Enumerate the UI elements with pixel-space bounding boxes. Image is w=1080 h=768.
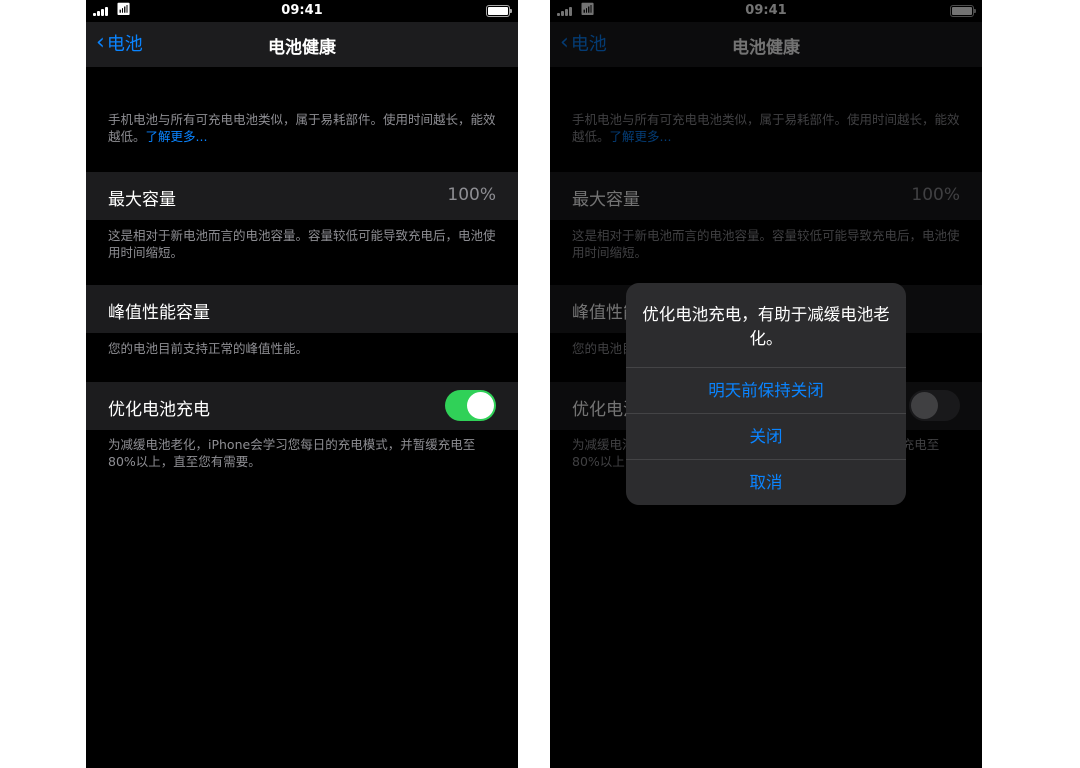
phone-screen-right: 📶︎ 09:41 ‹ 电池 电池健康 手机电池与所有可充电电池类似，属于易耗部件… [550, 0, 982, 768]
optimized-charging-footnote: 为减缓电池老化，iPhone会学习您每日的充电模式，并暂缓充电至80%以上，直至… [108, 437, 476, 469]
max-capacity-footnote: 这是相对于新电池而言的电池容量。容量较低可能导致充电后，电池使用时间缩短。 [108, 228, 496, 260]
navigation-bar: ‹ 电池 电池健康 [86, 22, 518, 67]
page-title: 电池健康 [268, 38, 336, 58]
turn-off-button[interactable]: 关闭 [626, 413, 906, 460]
optimized-charging-toggle[interactable] [445, 390, 496, 421]
learn-more-link[interactable]: 了解更多... [146, 129, 208, 144]
peak-performance-footnote: 您的电池目前支持正常的峰值性能。 [108, 341, 309, 356]
optimized-charging-row: 优化电池充电 [86, 382, 518, 430]
max-capacity-value: 100% [447, 185, 496, 205]
battery-icon [486, 5, 512, 17]
optimized-charging-alert: 优化电池充电，有助于减缓电池老化。 明天前保持关闭 关闭 取消 [626, 283, 906, 505]
status-time: 09:41 [281, 3, 323, 18]
intro-text: 手机电池与所有可充电电池类似，属于易耗部件。使用时间越长，能效越低。了解更多..… [108, 111, 496, 145]
cancel-button[interactable]: 取消 [626, 459, 906, 505]
phone-screen-left: 📶︎ 09:41 ‹ 电池 电池健康 手机电池与所有可充电电池类似，属于易耗部件… [86, 0, 518, 768]
alert-title: 优化电池充电，有助于减缓电池老化。 [642, 305, 890, 348]
max-capacity-row: 最大容量 100% [86, 172, 518, 220]
toggle-knob [467, 392, 494, 419]
peak-performance-label: 峰值性能容量 [108, 303, 210, 323]
keep-off-until-tomorrow-button[interactable]: 明天前保持关闭 [626, 367, 906, 414]
status-bar: 📶︎ 09:41 [86, 0, 518, 22]
peak-performance-row: 峰值性能容量 [86, 285, 518, 333]
max-capacity-label: 最大容量 [108, 190, 176, 210]
optimized-charging-label: 优化电池充电 [108, 400, 210, 420]
